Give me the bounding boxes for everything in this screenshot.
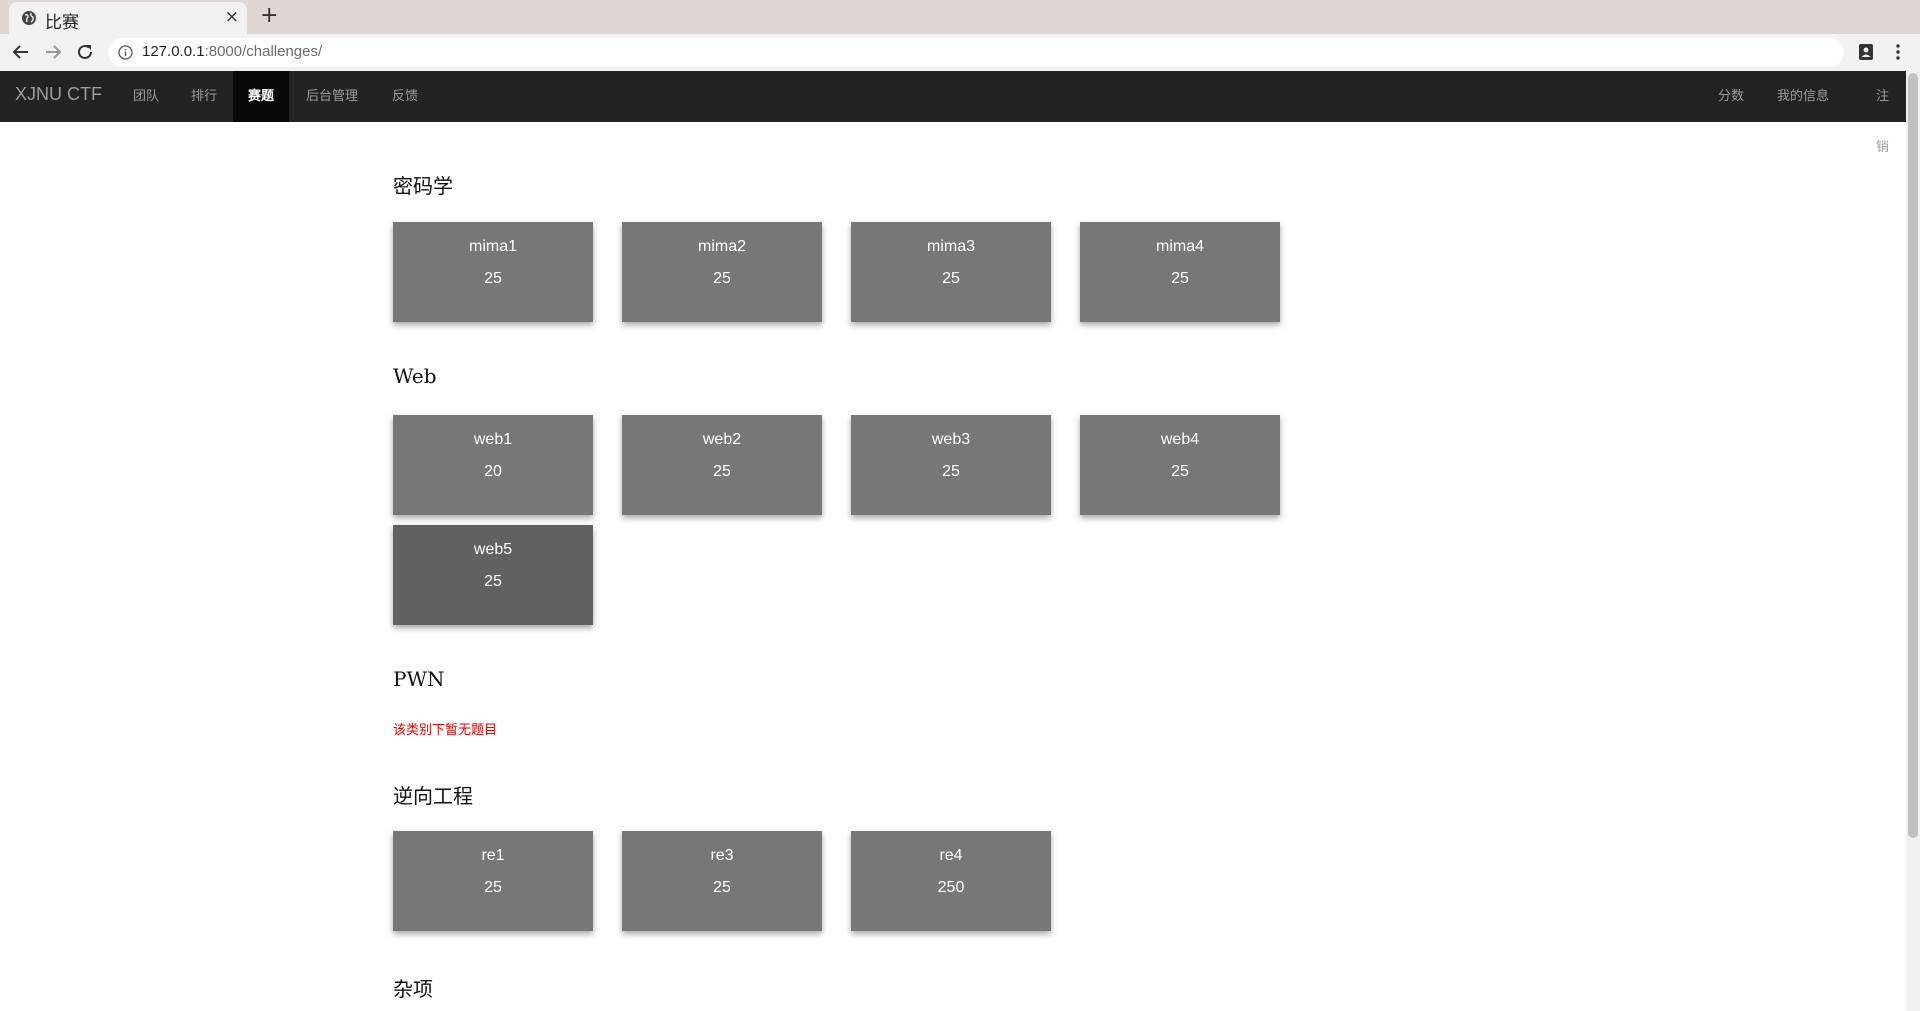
challenge-card[interactable]: mima3 25 [851,222,1051,322]
site-brand[interactable]: XJNU CTF [15,84,102,105]
challenge-score: 250 [937,879,965,896]
challenge-card[interactable]: mima2 25 [622,222,822,322]
challenge-card[interactable]: web2 25 [622,415,822,515]
nav-item-challenges[interactable]: 赛题 [233,71,290,122]
scrollbar-thumb[interactable] [1908,73,1918,838]
challenge-card[interactable]: mima1 25 [393,222,593,322]
nav-item-feedback[interactable]: 反馈 [377,71,433,122]
tab-title: 比赛 [45,13,79,33]
tab-close-icon[interactable]: × [225,7,239,27]
nav-item-ranking[interactable]: 排行 [176,71,232,122]
challenge-card[interactable]: web4 25 [1080,415,1280,515]
challenge-name: mima3 [926,238,975,255]
nav-item-team[interactable]: 团队 [118,71,174,122]
url-text: 127.0.0.1:8000/challenges/ [142,43,322,60]
url-path: :8000/challenges/ [204,43,323,60]
info-icon[interactable] [118,45,133,60]
nav-item-score[interactable]: 分数 [1703,71,1759,122]
challenge-name: web5 [473,541,513,558]
challenge-name: mima1 [468,238,517,255]
challenge-card[interactable]: re3 25 [622,831,822,931]
challenge-name: web4 [1160,431,1200,448]
challenge-name: mima4 [1155,238,1204,255]
challenge-card[interactable]: re1 25 [393,831,593,931]
reload-icon[interactable] [74,41,96,63]
challenge-card[interactable]: web3 25 [851,415,1051,515]
challenge-score: 25 [942,463,960,480]
challenge-card[interactable]: web1 20 [393,415,593,515]
new-tab-button[interactable]: + [260,3,278,28]
empty-category-message: 该类别下暂无题目 [393,723,498,738]
challenge-name: web3 [931,431,971,448]
challenge-score: 25 [713,879,731,896]
challenge-score: 25 [484,879,502,896]
category-title-pwn: PWN [393,667,445,691]
category-title-misc: 杂项 [393,977,433,1001]
address-bar[interactable]: 127.0.0.1:8000/challenges/ [108,38,1844,67]
challenge-name: mima2 [697,238,746,255]
challenge-name: re4 [939,847,963,864]
nav-item-admin[interactable]: 后台管理 [291,71,373,122]
challenge-score: 25 [484,270,502,287]
challenge-score: 25 [713,463,731,480]
challenge-card[interactable]: web5 25 [393,525,593,625]
category-title-reverse: 逆向工程 [393,784,473,808]
category-title-web: Web [393,364,437,388]
arrow-left-icon[interactable] [10,41,32,63]
kebab-menu-icon[interactable] [1888,42,1908,62]
nav-item-my-info[interactable]: 我的信息 [1762,71,1844,122]
challenge-score: 25 [1171,463,1189,480]
category-title-crypto: 密码学 [393,174,453,198]
globe-icon [22,11,36,25]
browser-toolbar: 127.0.0.1:8000/challenges/ [0,34,1920,71]
browser-tab[interactable]: 比赛 × [9,2,247,34]
challenge-card[interactable]: re4 250 [851,831,1051,931]
challenge-score: 25 [713,270,731,287]
challenge-score: 25 [484,573,502,590]
arrow-right-icon[interactable] [42,41,64,63]
url-host: 127.0.0.1 [142,43,205,60]
nav-item-logout[interactable]: 注销 [1861,71,1906,155]
challenge-score: 25 [1171,270,1189,287]
browser-tab-strip: 比赛 × + [0,0,1920,34]
site-navbar: XJNU CTF 团队 排行 赛题 后台管理 反馈 分数 我的信息 注销 [0,71,1906,155]
challenge-card[interactable]: mima4 25 [1080,222,1280,322]
challenge-score: 20 [484,463,502,480]
challenge-score: 25 [942,270,960,287]
challenge-name: re3 [710,847,734,864]
account-icon[interactable] [1856,42,1876,62]
challenge-name: web2 [702,431,742,448]
challenge-name: web1 [473,431,513,448]
challenge-name: re1 [481,847,505,864]
